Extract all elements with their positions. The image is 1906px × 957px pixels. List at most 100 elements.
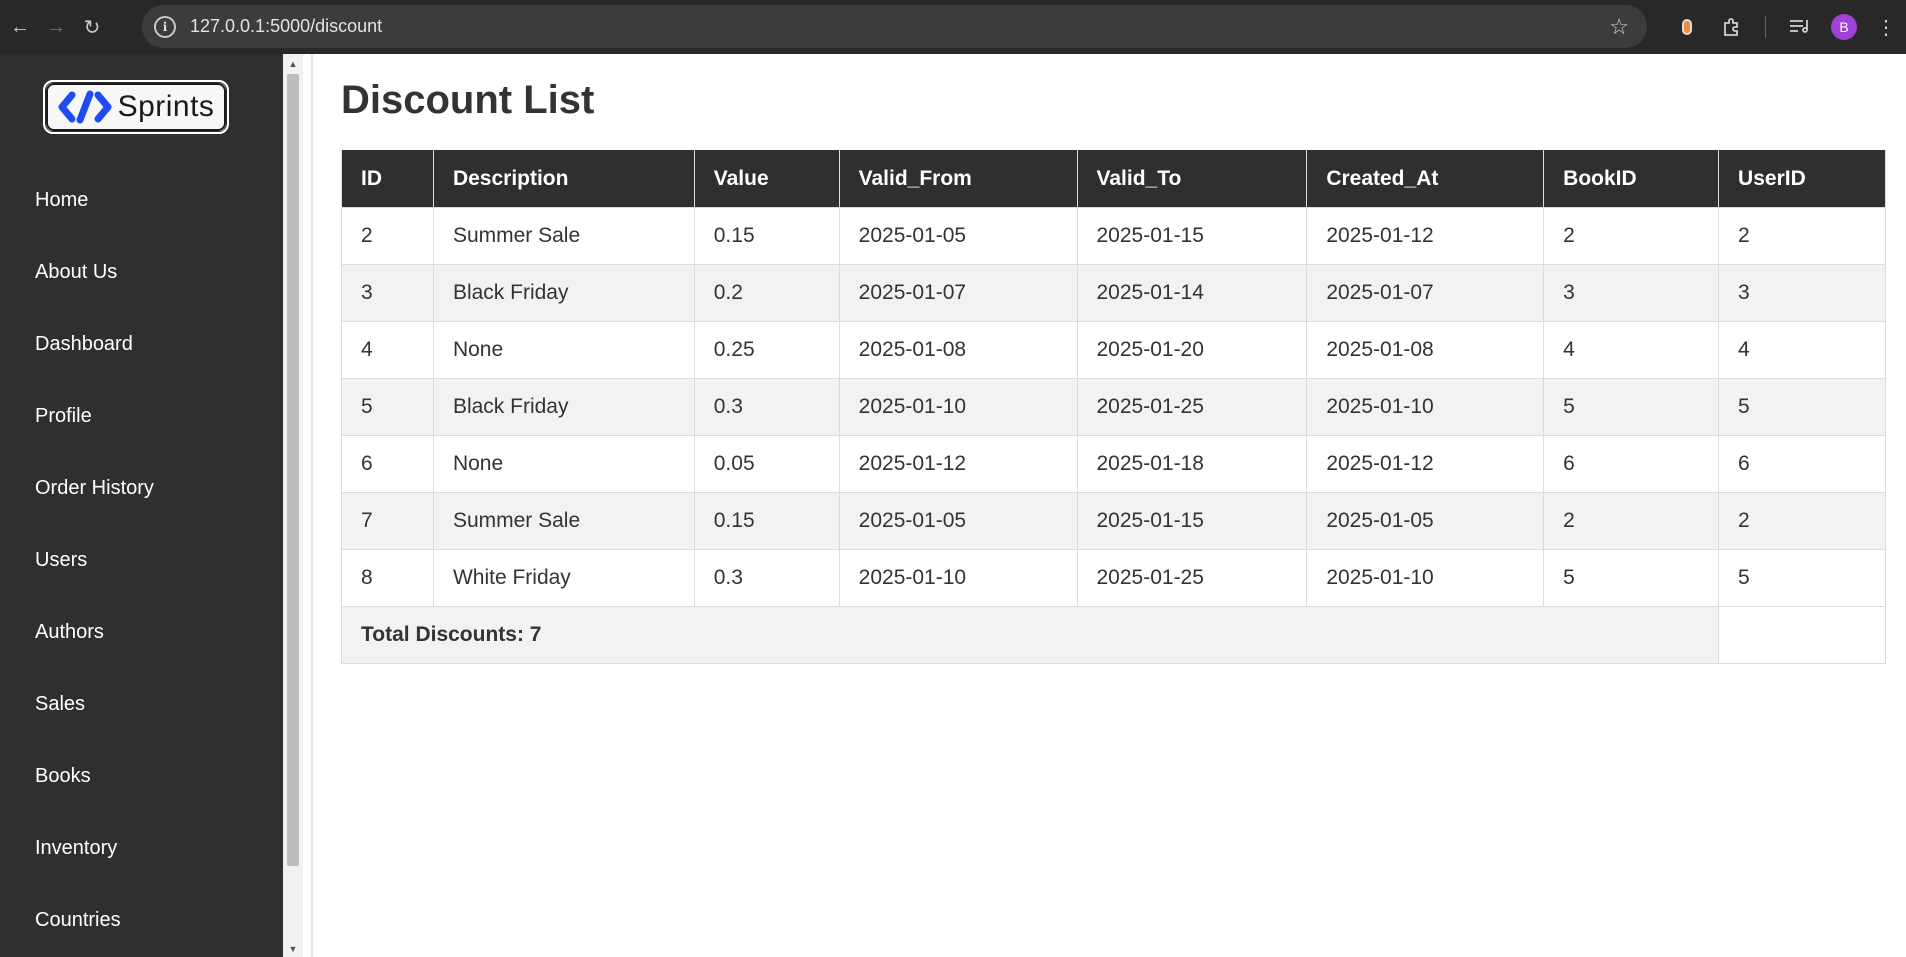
cell-id: 3	[341, 264, 434, 322]
cell-book-id: 5	[1543, 378, 1720, 436]
cell-description: Black Friday	[432, 378, 695, 436]
cell-value: 0.3	[693, 378, 840, 436]
column-header-value: Value	[693, 150, 840, 208]
sidebar: Sprints Home About Us Dashboard Profile …	[0, 54, 283, 957]
cell-created-at: 2025-01-12	[1306, 435, 1545, 493]
cell-book-id: 2	[1543, 492, 1720, 550]
column-header-valid-to: Valid_To	[1076, 150, 1308, 208]
cell-valid-from: 2025-01-08	[838, 321, 1078, 379]
cell-valid-from: 2025-01-07	[838, 264, 1078, 322]
cell-book-id: 5	[1543, 549, 1720, 607]
scroll-down-arrow-icon[interactable]: ▼	[283, 941, 303, 957]
toolbar-separator	[1765, 16, 1766, 38]
cell-valid-to: 2025-01-15	[1076, 207, 1308, 265]
cell-description: Summer Sale	[432, 492, 695, 550]
cell-created-at: 2025-01-10	[1306, 549, 1545, 607]
cell-value: 0.2	[693, 264, 840, 322]
cell-user-id: 3	[1718, 264, 1886, 322]
cell-created-at: 2025-01-12	[1306, 207, 1545, 265]
site-info-icon[interactable]: i	[154, 15, 176, 38]
cell-user-id: 6	[1718, 435, 1886, 493]
cell-description: Summer Sale	[432, 207, 695, 265]
cell-book-id: 2	[1543, 207, 1720, 265]
forward-icon[interactable]: →	[38, 9, 74, 45]
address-bar[interactable]: i 127.0.0.1:5000/discount ☆	[142, 5, 1647, 48]
cell-valid-to: 2025-01-25	[1076, 378, 1308, 436]
table-row: 6 None 0.05 2025-01-12 2025-01-18 2025-01-12 6…	[341, 435, 1886, 493]
cell-value: 0.15	[693, 492, 840, 550]
cell-value: 0.05	[693, 435, 840, 493]
discount-table: ID Description Value Valid_From Valid_To…	[340, 150, 1886, 664]
cell-user-id: 5	[1718, 549, 1886, 607]
cell-created-at: 2025-01-08	[1306, 321, 1545, 379]
cell-valid-from: 2025-01-05	[838, 207, 1078, 265]
scroll-up-arrow-icon[interactable]: ▲	[283, 56, 303, 72]
sidebar-item-order-history[interactable]: Order History	[0, 452, 283, 524]
table-row: 3 Black Friday 0.2 2025-01-07 2025-01-14 2025…	[341, 264, 1886, 322]
cell-book-id: 3	[1543, 264, 1720, 322]
cell-created-at: 2025-01-10	[1306, 378, 1545, 436]
sidebar-item-dashboard[interactable]: Dashboard	[0, 308, 283, 380]
cell-valid-from: 2025-01-05	[838, 492, 1078, 550]
scrollbar-thumb[interactable]	[287, 74, 299, 866]
reload-icon[interactable]: ↻	[74, 9, 110, 45]
extensions-puzzle-icon[interactable]	[1709, 17, 1753, 37]
table-header-row: ID Description Value Valid_From Valid_To…	[341, 150, 1886, 208]
avatar: B	[1831, 14, 1857, 40]
cell-book-id: 6	[1543, 435, 1720, 493]
cell-id: 2	[341, 207, 434, 265]
sidebar-item-about-us[interactable]: About Us	[0, 236, 283, 308]
cell-valid-to: 2025-01-18	[1076, 435, 1308, 493]
cell-id: 8	[341, 549, 434, 607]
sidebar-item-users[interactable]: Users	[0, 524, 283, 596]
cell-book-id: 4	[1543, 321, 1720, 379]
cell-value: 0.15	[693, 207, 840, 265]
cell-value: 0.25	[693, 321, 840, 379]
cell-created-at: 2025-01-07	[1306, 264, 1545, 322]
sidebar-item-home[interactable]: Home	[0, 164, 283, 236]
table-row: 4 None 0.25 2025-01-08 2025-01-20 2025-01-08 4…	[341, 321, 1886, 379]
cell-valid-to: 2025-01-15	[1076, 492, 1308, 550]
logo-text: Sprints	[117, 90, 215, 123]
column-header-book-id: BookID	[1543, 150, 1720, 208]
sidebar-item-profile[interactable]: Profile	[0, 380, 283, 452]
sidebar-item-inventory[interactable]: Inventory	[0, 812, 283, 884]
cell-valid-from: 2025-01-12	[838, 435, 1078, 493]
url-text[interactable]: 127.0.0.1:5000/discount	[190, 16, 1609, 37]
total-discounts: Total Discounts: 7	[340, 606, 1720, 664]
reading-list-icon[interactable]	[1778, 18, 1822, 36]
column-header-user-id: UserID	[1718, 150, 1886, 208]
logo[interactable]: Sprints	[43, 80, 229, 134]
table-footer-row: Total Discounts: 7	[340, 606, 1886, 664]
table-row: 5 Black Friday 0.3 2025-01-10 2025-01-25 2025…	[341, 378, 1886, 436]
sidebar-item-books[interactable]: Books	[0, 740, 283, 812]
column-header-id: ID	[341, 150, 434, 208]
browser-toolbar: ← → ↻ i 127.0.0.1:5000/discount ☆ B ⋮	[0, 0, 1906, 54]
sidebar-scrollbar[interactable]: ▲ ▼	[283, 54, 303, 957]
extension-icon[interactable]	[1665, 19, 1709, 35]
table-row: 8 White Friday 0.3 2025-01-10 2025-01-25 2025…	[341, 549, 1886, 607]
cell-description: White Friday	[432, 549, 695, 607]
more-menu-icon[interactable]: ⋮	[1866, 15, 1906, 40]
cell-valid-to: 2025-01-14	[1076, 264, 1308, 322]
cell-id: 6	[341, 435, 434, 493]
sidebar-item-countries[interactable]: Countries	[0, 884, 283, 956]
cell-valid-from: 2025-01-10	[838, 378, 1078, 436]
cell-id: 4	[341, 321, 434, 379]
cell-description: None	[432, 435, 695, 493]
cell-value: 0.3	[693, 549, 840, 607]
table-row: 7 Summer Sale 0.15 2025-01-05 2025-01-15 2025…	[341, 492, 1886, 550]
column-header-valid-from: Valid_From	[838, 150, 1078, 208]
cell-valid-to: 2025-01-20	[1076, 321, 1308, 379]
cell-description: None	[432, 321, 695, 379]
sidebar-item-sales[interactable]: Sales	[0, 668, 283, 740]
cell-user-id: 5	[1718, 378, 1886, 436]
bookmark-star-icon[interactable]: ☆	[1609, 14, 1629, 40]
content-divider	[311, 54, 313, 957]
cell-user-id: 2	[1718, 492, 1886, 550]
sidebar-item-authors[interactable]: Authors	[0, 596, 283, 668]
profile-avatar[interactable]: B	[1822, 14, 1866, 40]
column-header-created-at: Created_At	[1306, 150, 1545, 208]
back-icon[interactable]: ←	[2, 9, 38, 45]
table-body: 2 Summer Sale 0.15 2025-01-05 2025-01-15 2025…	[341, 207, 1886, 607]
